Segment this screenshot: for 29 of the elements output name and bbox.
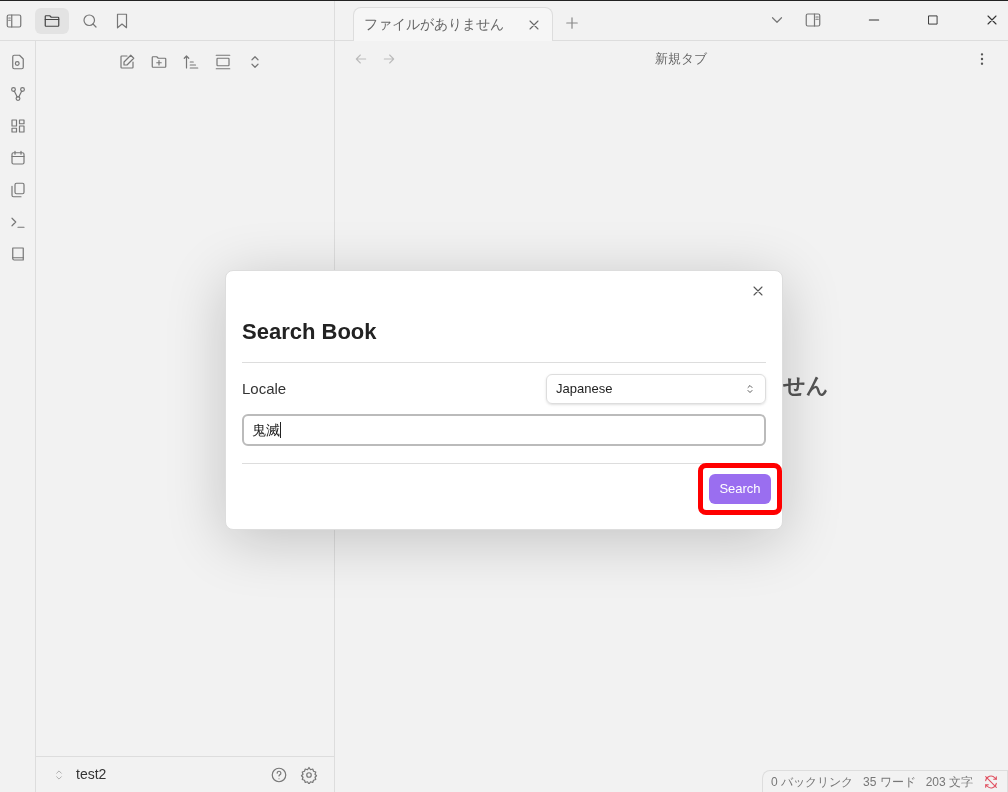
calendar-icon[interactable] xyxy=(8,149,27,167)
help-icon[interactable] xyxy=(270,765,288,784)
sidebar-toggle-icon[interactable] xyxy=(5,11,23,30)
graph-icon[interactable] xyxy=(8,85,27,103)
empty-state-heading: せん xyxy=(783,372,829,400)
grid-icon[interactable] xyxy=(8,117,27,135)
status-item: 35 ワード xyxy=(862,773,916,791)
search-field[interactable]: 鬼滅 xyxy=(242,414,766,446)
copy-icon[interactable] xyxy=(8,181,27,199)
search-button[interactable]: Search xyxy=(709,474,771,504)
sync-off-icon[interactable] xyxy=(983,773,999,790)
settings-icon[interactable] xyxy=(300,765,318,784)
locale-label: Locale xyxy=(242,378,287,399)
status-item: 203 文字 xyxy=(925,773,973,791)
chevron-up-down-icon xyxy=(744,383,756,395)
new-folder-icon[interactable] xyxy=(150,53,168,71)
collapse-icon[interactable] xyxy=(214,53,232,71)
dialog-title: Search Book xyxy=(242,315,766,363)
status-item: 0 バックリンク xyxy=(770,773,853,791)
view-title: 新規タブ xyxy=(655,50,707,69)
editor-tab[interactable]: ファイルがありません xyxy=(353,7,553,41)
locale-dropdown[interactable]: Japanese xyxy=(546,374,766,404)
sort-icon[interactable] xyxy=(182,53,200,71)
file-explorer-tab[interactable] xyxy=(35,7,69,34)
maximize-icon[interactable] xyxy=(926,13,940,27)
vault-name[interactable]: test2 xyxy=(76,764,107,785)
new-note-icon[interactable] xyxy=(118,53,136,71)
sidebar-toggle-icon[interactable] xyxy=(804,11,822,29)
search-icon[interactable] xyxy=(81,11,99,30)
